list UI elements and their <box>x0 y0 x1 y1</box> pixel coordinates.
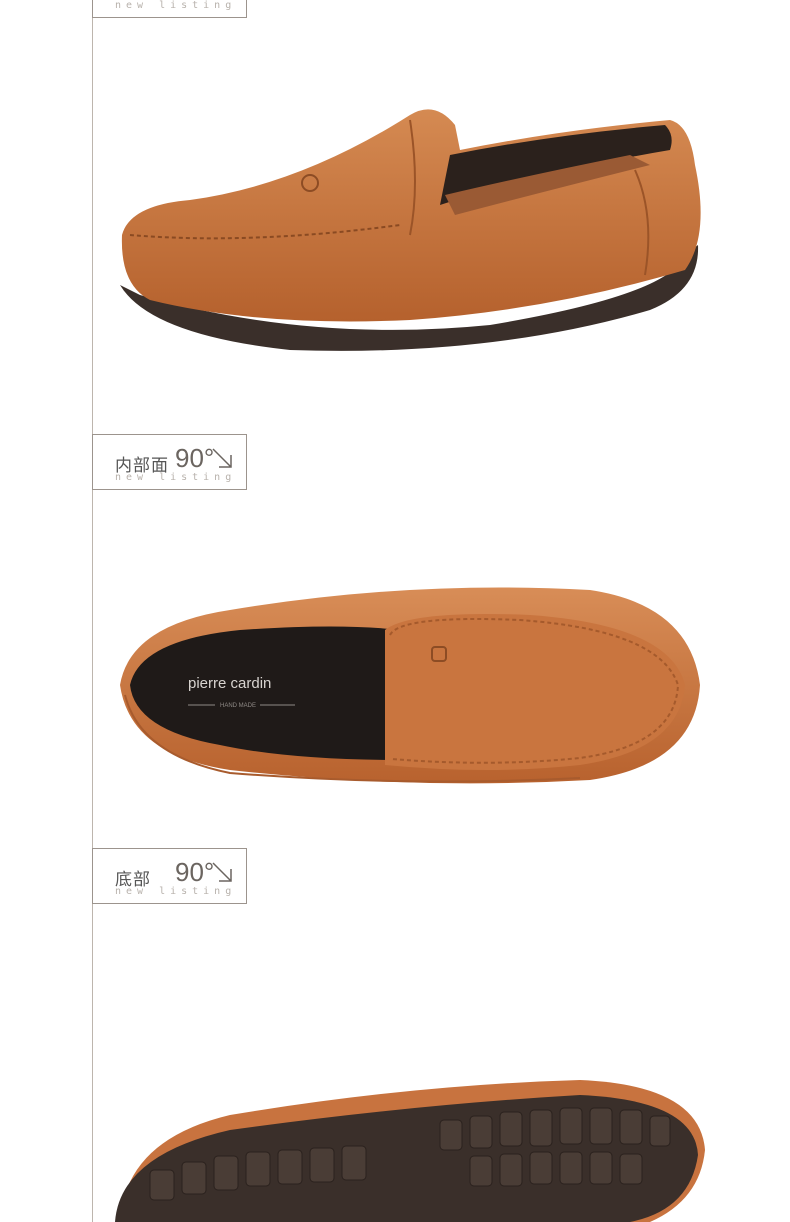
insole-brand-text: pierre cardin <box>188 675 271 692</box>
vertical-guide-line <box>92 0 93 1222</box>
diagonal-arrow-icon <box>212 448 232 468</box>
section-label-inside: 内部面 90° new listing <box>92 434 247 490</box>
label-subtitle: new listing <box>115 886 237 897</box>
label-subtitle: new listing <box>115 0 237 11</box>
diagonal-arrow-icon <box>212 862 232 882</box>
label-subtitle: new listing <box>115 472 237 483</box>
insole-subtext: HAND MADE <box>220 703 256 709</box>
label-degree: 90° <box>175 857 215 887</box>
section-label-sole: 底部 90° new listing <box>92 848 247 904</box>
label-degree: 90° <box>175 443 215 473</box>
section-label-side: new listing <box>92 0 247 18</box>
shoe-inside-view-image: pierre cardin HAND MADE <box>120 587 700 784</box>
shoe-side-view-image <box>120 109 701 351</box>
shoe-sole-view-image <box>115 1080 705 1222</box>
